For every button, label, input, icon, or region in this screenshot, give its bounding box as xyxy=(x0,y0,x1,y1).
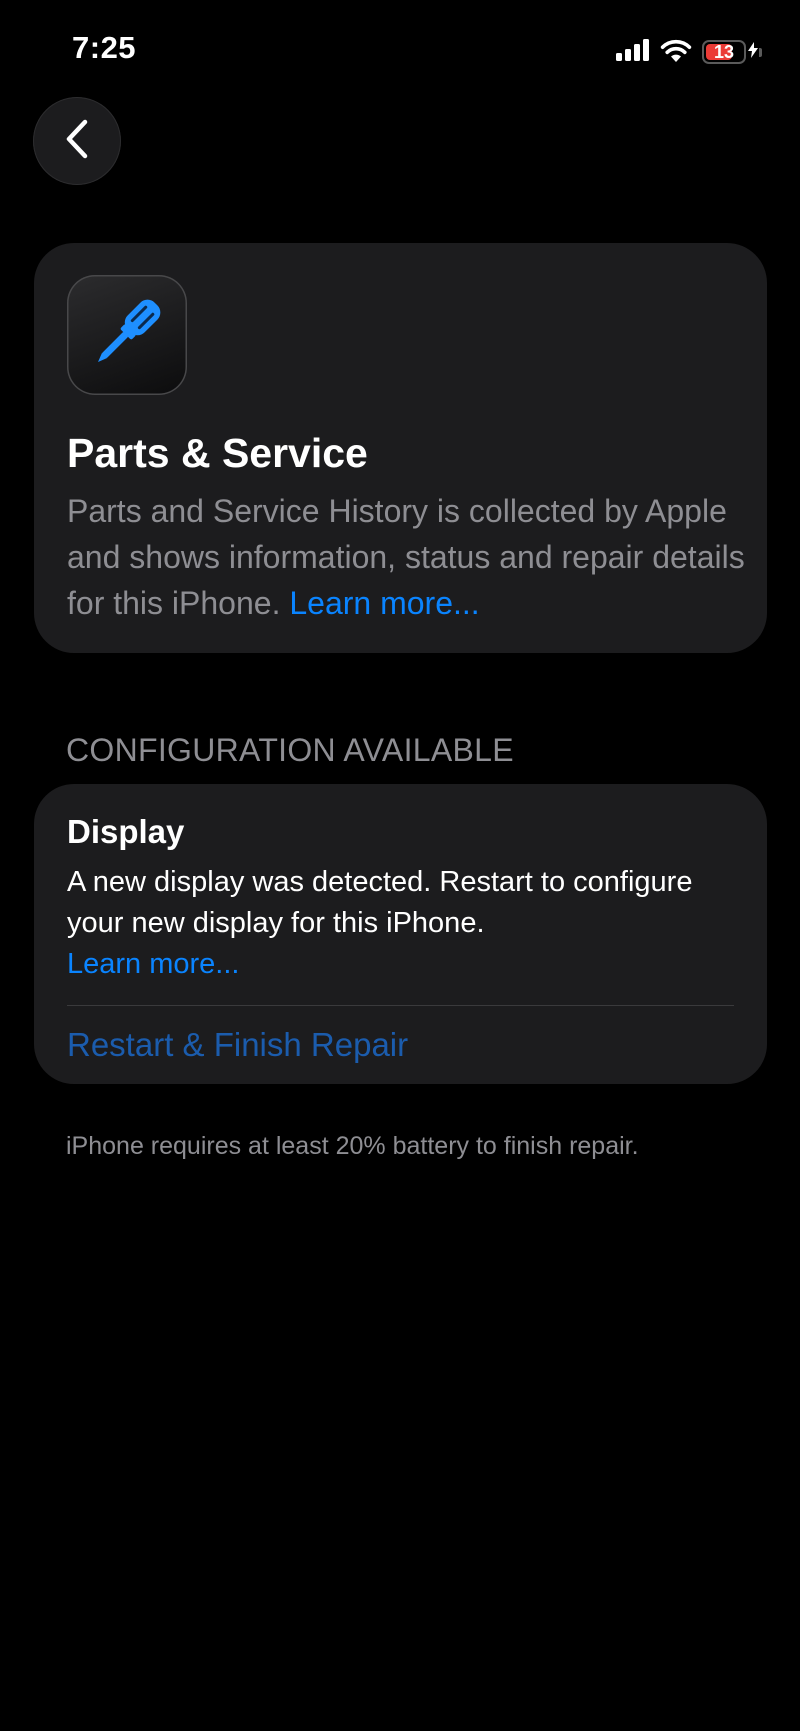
charging-bolt-icon xyxy=(748,41,758,63)
display-learn-more-link[interactable]: Learn more... xyxy=(67,944,747,985)
parts-learn-more-link[interactable]: Learn more... xyxy=(289,585,479,621)
back-button[interactable] xyxy=(33,97,121,185)
display-description-text: A new display was detected. Restart to c… xyxy=(67,865,693,939)
restart-finish-repair-button[interactable]: Restart & Finish Repair xyxy=(67,1022,408,1068)
parts-service-card: Parts & Service Parts and Service Histor… xyxy=(34,243,767,653)
battery-cap xyxy=(759,47,762,57)
signal-icon xyxy=(616,38,650,66)
parts-service-app-icon xyxy=(67,275,187,395)
card-divider xyxy=(67,1005,734,1006)
status-bar: 7:25 13 xyxy=(0,0,800,100)
display-title: Display xyxy=(67,813,185,850)
screwdriver-icon xyxy=(84,290,170,381)
battery-requirement-note: iPhone requires at least 20% battery to … xyxy=(66,1132,639,1160)
configuration-section-header: CONFIGURATION AVAILABLE xyxy=(66,732,514,768)
status-icons: 13 xyxy=(616,37,762,67)
wifi-icon xyxy=(660,38,692,67)
status-time: 7:25 xyxy=(72,30,137,65)
battery-charging-icon: 13 xyxy=(702,40,746,64)
display-description: A new display was detected. Restart to c… xyxy=(67,862,747,985)
parts-service-description: Parts and Service History is collected b… xyxy=(67,488,747,626)
chevron-left-icon xyxy=(63,119,91,164)
parts-service-title: Parts & Service xyxy=(67,430,368,476)
battery-level: 13 xyxy=(713,42,735,62)
configuration-card: Display A new display was detected. Rest… xyxy=(34,784,767,1084)
